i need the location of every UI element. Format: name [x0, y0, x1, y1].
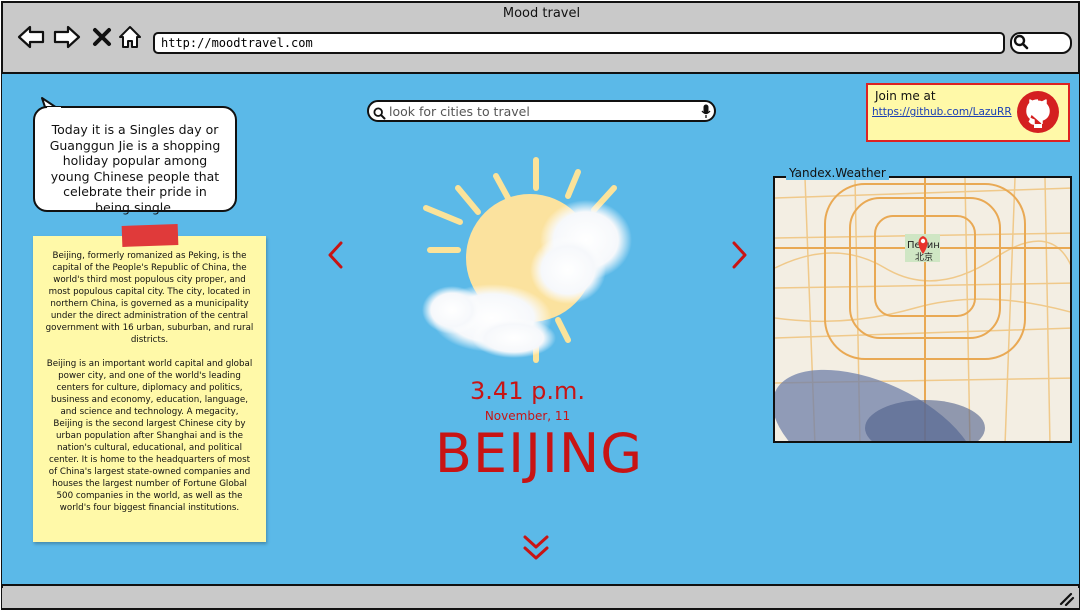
note-paragraph: Beijing, formerly romanized as Peking, i…: [45, 251, 254, 345]
join-label: Join me at: [875, 89, 936, 103]
forward-icon[interactable]: [52, 22, 82, 52]
map-label: Yandex.Weather: [786, 166, 889, 180]
back-icon[interactable]: [16, 22, 46, 52]
window-title: Mood travel: [502, 6, 581, 21]
github-link[interactable]: https://github.com/LazuRR: [872, 106, 1012, 118]
search-icon: [373, 105, 386, 124]
microphone-icon[interactable]: [701, 104, 711, 123]
weather-map[interactable]: Пекин 北京: [773, 176, 1072, 443]
search-placeholder: look for cities to travel: [389, 104, 530, 119]
home-icon[interactable]: [115, 22, 145, 52]
map-city-label-zh: 北京: [915, 251, 933, 263]
fact-bubble: Today it is a Singles day or Guanggun Ji…: [33, 106, 237, 215]
address-bar[interactable]: http://moodtravel.com: [153, 32, 1005, 54]
status-bar: [2, 588, 1079, 608]
next-city-arrow-icon[interactable]: [728, 238, 752, 272]
close-icon[interactable]: [87, 22, 117, 52]
browser-search-icon[interactable]: [1013, 34, 1029, 54]
previous-city-arrow-icon[interactable]: [323, 238, 347, 272]
sun-behind-cloud-icon: [418, 150, 650, 370]
github-icon[interactable]: [1017, 91, 1059, 133]
scroll-down-chevron-icon[interactable]: [518, 534, 554, 562]
tape-decoration: [121, 224, 179, 247]
speech-bubble-tail-cover: [47, 107, 61, 117]
fact-bubble-text: Today it is a Singles day or Guanggun Ji…: [49, 122, 221, 215]
resize-handle-icon[interactable]: [1057, 590, 1075, 607]
